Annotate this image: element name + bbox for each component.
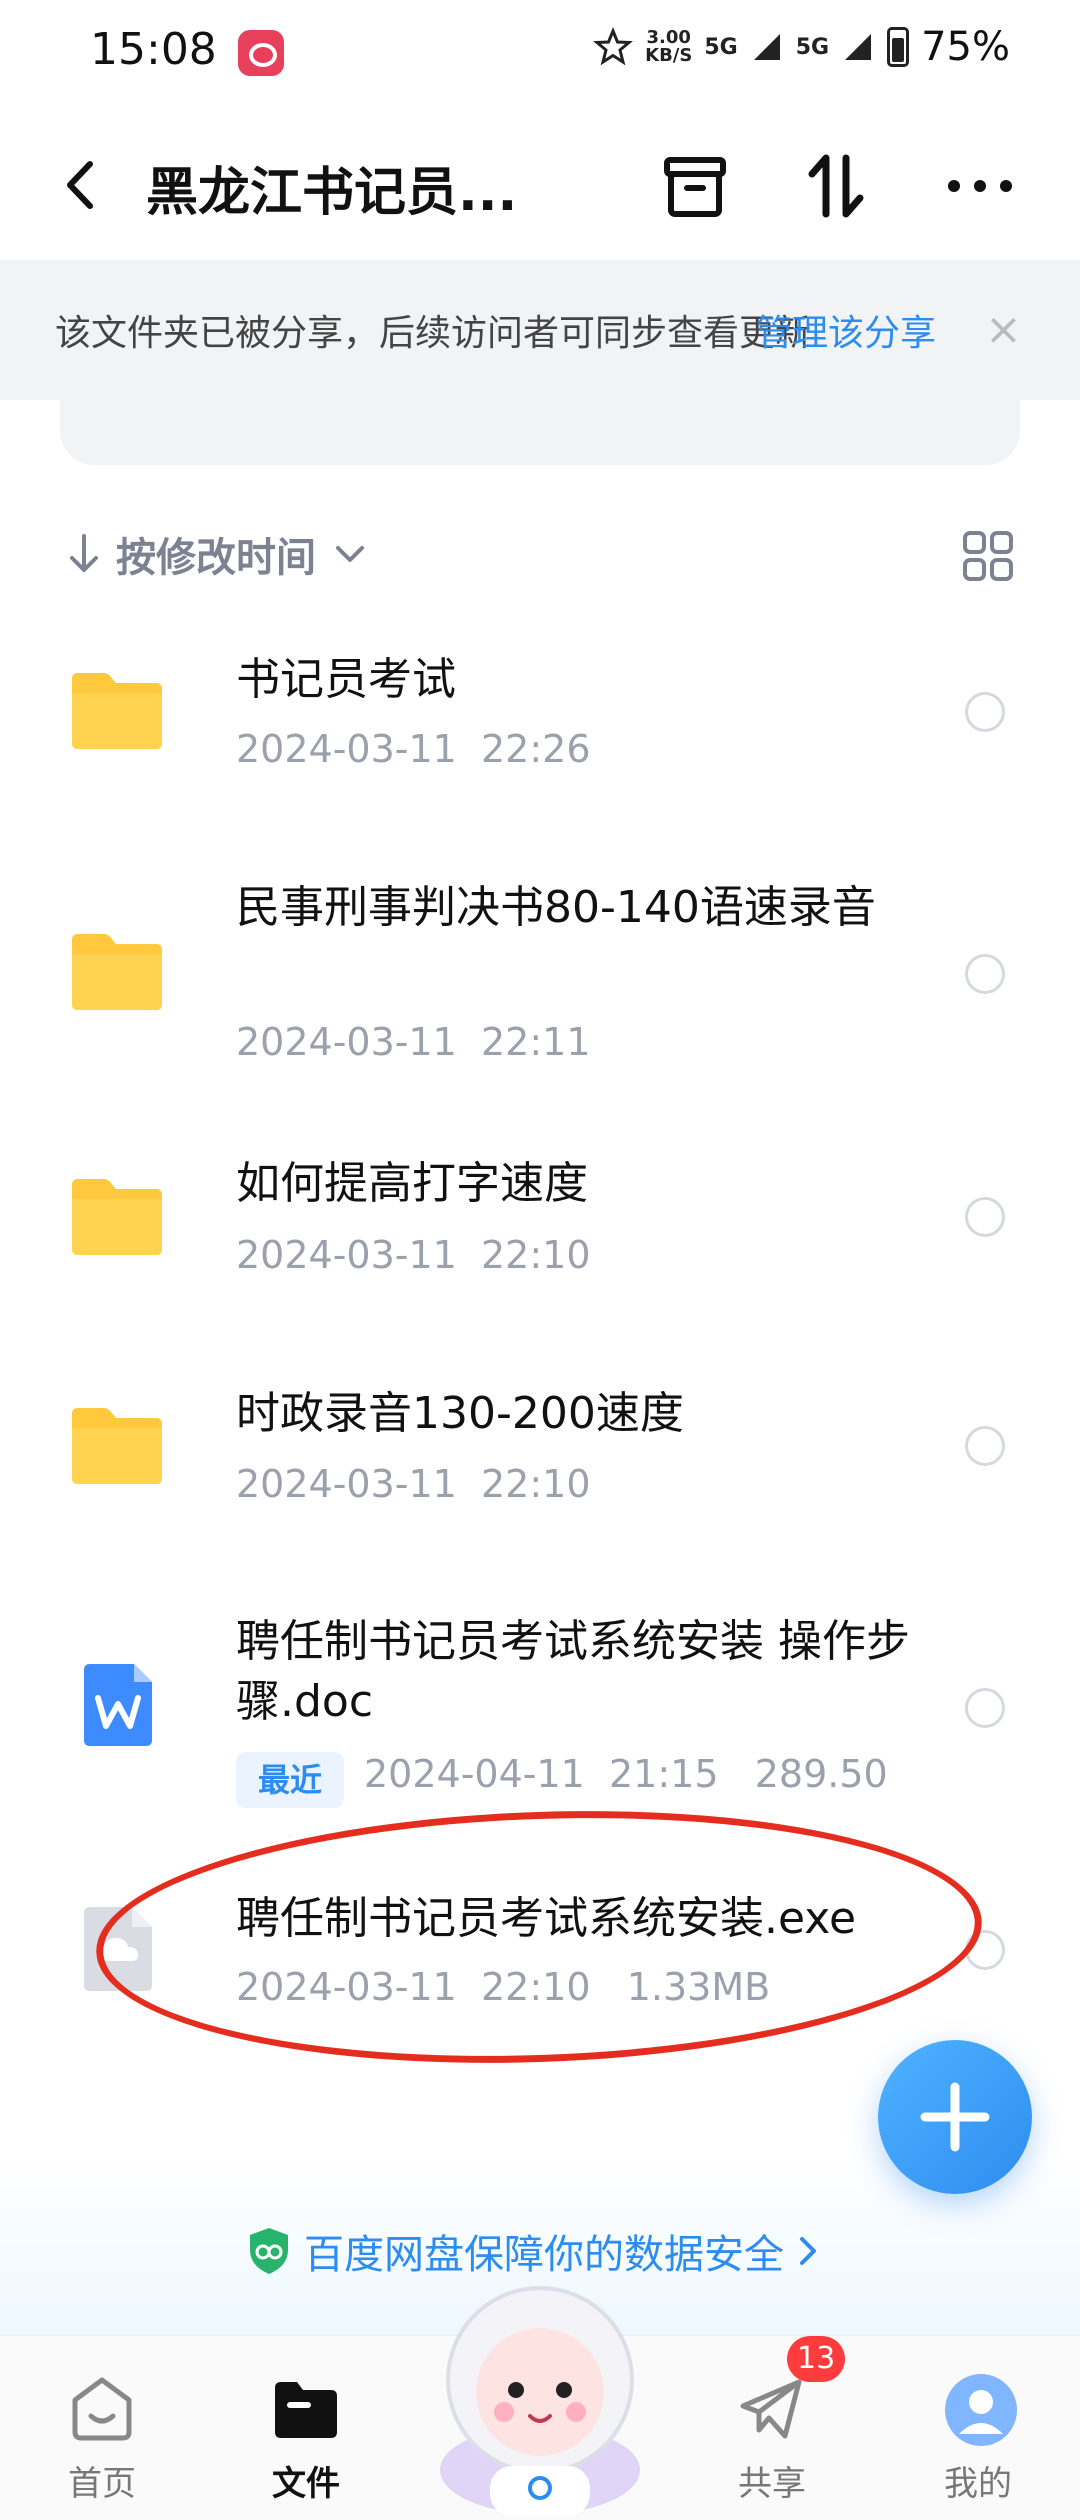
home-icon	[72, 2377, 132, 2441]
item-name: 民事刑事判决书80-140语速录音	[236, 882, 876, 933]
network-speed: 3.00 KB/S	[645, 27, 693, 66]
item-name: 时政录音130-200速度	[236, 1388, 684, 1439]
item-name: 如何提高打字速度	[236, 1158, 588, 1209]
signal-icon	[753, 34, 780, 60]
select-radio[interactable]	[965, 954, 1005, 994]
manage-share-link[interactable]: 管理该分享	[756, 304, 936, 356]
select-radio[interactable]	[965, 1688, 1005, 1728]
signal-5g-2: 5G	[795, 34, 830, 60]
folder-icon	[72, 673, 162, 749]
shield-icon	[250, 2228, 288, 2274]
battery-icon	[887, 27, 910, 67]
share-banner: 该文件夹已被分享，后续访问者可同步查看更新 管理该分享 ×	[0, 260, 1080, 400]
folder-icon	[72, 1408, 162, 1484]
paper-plane-icon	[740, 2379, 802, 2439]
status-bar: 15:08 3.00 KB/S 5G 5G 75%	[0, 0, 1080, 110]
signal-5g-1: 5G	[704, 34, 738, 60]
nav-share-label: 共享	[738, 2464, 806, 2504]
header: 黑龙江书记员...	[0, 110, 1080, 260]
nav-mine-label: 我的	[944, 2464, 1012, 2504]
nav-files[interactable]: 文件	[236, 2336, 376, 2520]
item-meta: 2024-03-11 22:10	[236, 1462, 591, 1506]
sort-label: 按修改时间	[116, 535, 316, 581]
folder-icon	[72, 1179, 162, 1255]
folder-filled-icon	[275, 2382, 337, 2438]
recent-badge: 最近	[236, 1752, 344, 1808]
nav-mine[interactable]: 我的	[908, 2336, 1048, 2520]
folder-icon	[72, 934, 162, 1010]
back-button[interactable]	[48, 150, 118, 220]
status-indicators: 3.00 KB/S 5G 5G 75%	[593, 24, 1010, 70]
item-name: 书记员考试	[236, 654, 456, 705]
share-banner-text: 该文件夹已被分享，后续访问者可同步查看更新	[55, 313, 812, 354]
arrow-down-icon	[70, 534, 98, 572]
item-meta: 2024-03-11 22:11	[236, 1020, 591, 1064]
word-doc-icon	[84, 1664, 152, 1746]
select-radio[interactable]	[965, 692, 1005, 732]
sort-button[interactable]	[796, 146, 876, 226]
grid-icon	[963, 531, 1013, 581]
mascot-button[interactable]	[418, 2270, 662, 2520]
sort-selector[interactable]: 按修改时间	[66, 525, 370, 583]
nav-files-label: 文件	[272, 2464, 340, 2504]
archive-icon	[664, 157, 726, 217]
more-icon	[948, 180, 1012, 192]
more-button[interactable]	[940, 146, 1020, 226]
select-radio[interactable]	[965, 1426, 1005, 1466]
mascot-icon	[440, 2286, 640, 2516]
item-meta: 2024-04-11 21:15 289.50	[364, 1752, 888, 1796]
red-circle-annotation	[91, 1796, 987, 2078]
close-icon[interactable]: ×	[985, 304, 1022, 355]
battery-level: 75%	[921, 24, 1010, 70]
nav-home[interactable]: 首页	[32, 2336, 172, 2520]
avatar	[945, 2374, 1017, 2446]
item-meta: 2024-03-11 22:10	[236, 1233, 591, 1277]
item-name: 聘任制书记员考试系统安装 操作步骤.doc	[236, 1616, 910, 1727]
back-icon	[67, 161, 93, 209]
page-title: 黑龙江书记员...	[146, 163, 518, 223]
archive-button[interactable]	[655, 146, 735, 226]
app-notification-icon	[238, 30, 284, 76]
plus-icon	[920, 2082, 990, 2152]
sort-icon	[808, 154, 864, 218]
chevron-right-icon	[800, 2237, 816, 2265]
share-count-badge: 13	[787, 2336, 846, 2382]
select-radio[interactable]	[965, 1197, 1005, 1237]
item-meta: 2024-03-11 22:26	[236, 727, 591, 771]
status-time: 15:08	[90, 24, 217, 75]
chevron-down-icon	[336, 546, 364, 562]
star-icon	[593, 27, 634, 66]
view-toggle-button[interactable]	[962, 530, 1014, 582]
signal-icon	[845, 34, 872, 60]
add-button[interactable]	[878, 2040, 1032, 2194]
nav-home-label: 首页	[68, 2464, 136, 2504]
